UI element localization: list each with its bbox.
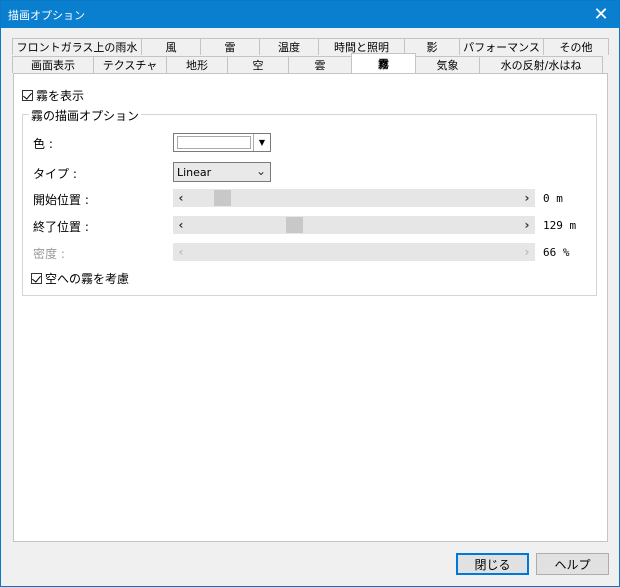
tab-row-2: 画面表示 テクスチャ 地形 空 雲 霧 気象 水の反射/水はね [12, 53, 603, 73]
scroll-right-icon: › [524, 245, 530, 259]
tab-temperature[interactable]: 温度 [259, 38, 319, 55]
dropdown-arrow-icon[interactable]: ▼ [253, 134, 270, 151]
tab-clouds[interactable]: 雲 [288, 56, 352, 73]
end-label: 終了位置 : [33, 220, 89, 234]
scroll-right-icon[interactable]: › [519, 189, 535, 207]
tab-lightning[interactable]: 雷 [200, 38, 260, 55]
help-button[interactable]: ヘルプ [536, 553, 609, 575]
density-readout: 66 % [543, 246, 570, 259]
show-fog-checkbox[interactable]: 霧を表示 [22, 87, 84, 104]
tab-other[interactable]: その他 [543, 38, 609, 55]
chevron-down-icon: ⌄ [255, 164, 266, 178]
scroll-right-icon[interactable]: › [519, 216, 535, 234]
title-bar: 描画オプション ✕ [1, 1, 619, 28]
fog-panel: 霧を表示 霧の描画オプション 色 : ▼ タイプ : Linear ⌄ 開始位置… [13, 73, 608, 542]
show-fog-label: 霧を表示 [36, 89, 85, 103]
end-slider-thumb[interactable] [286, 217, 303, 233]
tab-textures[interactable]: テクスチャ [93, 56, 167, 73]
tab-fog[interactable]: 霧 [351, 53, 416, 73]
fog-on-sky-label: 空への霧を考慮 [45, 272, 130, 286]
color-swatch [177, 136, 251, 149]
tab-wind[interactable]: 風 [141, 38, 201, 55]
group-title: 霧の描画オプション [29, 107, 142, 124]
type-label: タイプ : [33, 167, 77, 181]
start-label: 開始位置 : [33, 193, 89, 207]
density-label: 密度 : [33, 247, 65, 261]
fog-type-select[interactable]: Linear ⌄ [173, 162, 271, 182]
tab-rain-on-windshield[interactable]: フロントガラス上の雨水 [12, 38, 142, 55]
scroll-left-icon: ‹ [178, 245, 184, 259]
tab-water-reflection[interactable]: 水の反射/水はね [479, 56, 603, 73]
end-slider[interactable]: ‹ › [173, 216, 535, 234]
fog-render-options-group: 霧の描画オプション 色 : ▼ タイプ : Linear ⌄ 開始位置 : ‹ … [22, 107, 597, 296]
start-slider-thumb[interactable] [214, 190, 231, 206]
start-readout: 0 m [543, 192, 563, 205]
tab-weather[interactable]: 気象 [415, 56, 480, 73]
close-button[interactable]: 閉じる [456, 553, 529, 575]
color-picker[interactable]: ▼ [173, 133, 271, 152]
color-label: 色 : [33, 137, 53, 151]
options-dialog: 描画オプション ✕ フロントガラス上の雨水 風 雷 温度 時間と照明 影 パフォ… [0, 0, 620, 587]
start-slider[interactable]: ‹ › [173, 189, 535, 207]
fog-on-sky-checkbox[interactable]: 空への霧を考慮 [31, 270, 129, 287]
checkbox-checked-icon [22, 90, 33, 101]
end-readout: 129 m [543, 219, 577, 232]
tab-performance[interactable]: パフォーマンス [459, 38, 544, 55]
tab-sky[interactable]: 空 [227, 56, 289, 73]
tab-display[interactable]: 画面表示 [12, 56, 94, 73]
scroll-left-icon[interactable]: ‹ [173, 216, 189, 234]
window-title: 描画オプション [8, 9, 85, 22]
checkbox-checked-icon [31, 273, 42, 284]
scroll-left-icon[interactable]: ‹ [173, 189, 189, 207]
tab-row-1: フロントガラス上の雨水 風 雷 温度 時間と照明 影 パフォーマンス その他 [12, 38, 609, 55]
close-icon[interactable]: ✕ [589, 3, 613, 25]
tab-terrain[interactable]: 地形 [166, 56, 228, 73]
fog-type-value: Linear [177, 166, 212, 179]
density-slider: ‹ › [173, 243, 535, 261]
